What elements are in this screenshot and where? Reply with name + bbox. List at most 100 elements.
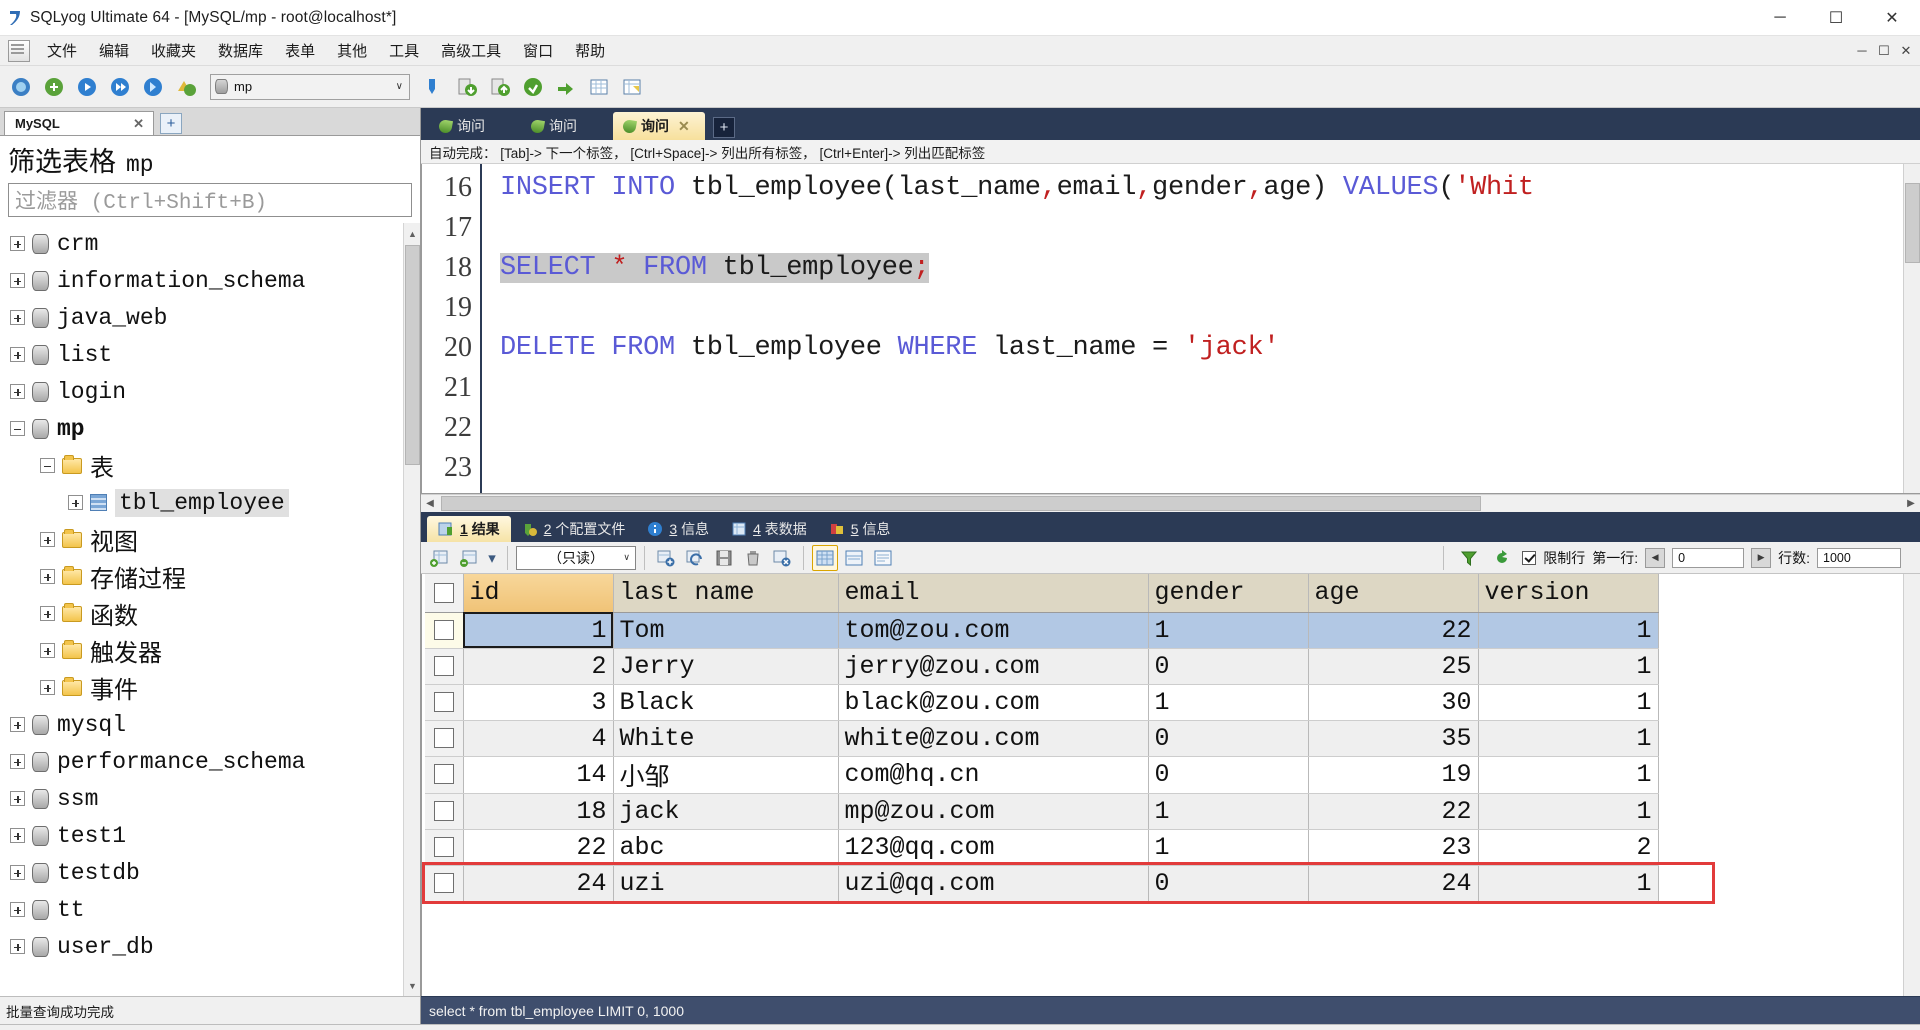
grid-view-icon[interactable] <box>812 545 838 571</box>
code-line[interactable] <box>482 368 1920 408</box>
expand-icon[interactable] <box>10 865 25 880</box>
tree-item-java_web[interactable]: java_web <box>6 299 420 336</box>
table-row[interactable]: 4Whitewhite@zou.com0351 <box>425 720 1658 756</box>
cell-email[interactable]: jerry@zou.com <box>838 648 1148 684</box>
row-select-cell[interactable] <box>425 612 463 648</box>
query-builder-icon[interactable] <box>617 72 647 102</box>
table-row[interactable]: 14小邹com@hq.cn0191 <box>425 756 1658 793</box>
tree-item-触发器[interactable]: 触发器 <box>6 632 420 669</box>
sql-editor[interactable]: 1617181920212223 INSERT INTO tbl_employe… <box>421 164 1920 494</box>
tree-item-user_db[interactable]: user_db <box>6 928 420 965</box>
select-all-checkbox[interactable] <box>434 583 454 603</box>
add-connection-button[interactable]: + <box>160 113 182 134</box>
row-checkbox[interactable] <box>434 692 454 712</box>
expand-icon[interactable] <box>10 828 25 843</box>
mdi-restore-button[interactable]: ☐ <box>1874 43 1894 59</box>
first-row-prev-button[interactable]: ◀ <box>1645 548 1665 568</box>
tree-item-ssm[interactable]: ssm <box>6 780 420 817</box>
cancel-record-icon[interactable] <box>769 545 795 571</box>
editor-vscroll-thumb[interactable] <box>1905 183 1920 263</box>
cell-version[interactable]: 1 <box>1478 865 1658 901</box>
cell-version[interactable]: 1 <box>1478 720 1658 756</box>
minimize-button[interactable]: ─ <box>1752 0 1808 36</box>
cell-age[interactable]: 35 <box>1308 720 1478 756</box>
cell-last_name[interactable]: Black <box>613 684 838 720</box>
cell-email[interactable]: com@hq.cn <box>838 756 1148 793</box>
refresh-object-browser-icon[interactable] <box>39 72 69 102</box>
refresh-icon[interactable] <box>1489 545 1515 571</box>
table-row[interactable]: 3Blackblack@zou.com1301 <box>425 684 1658 720</box>
column-header-gender[interactable]: gender <box>1148 574 1308 612</box>
expand-icon[interactable] <box>10 939 25 954</box>
expand-icon[interactable] <box>10 384 25 399</box>
tree-scrollbar[interactable]: ▲ ▼ <box>403 223 420 996</box>
row-select-cell[interactable] <box>425 684 463 720</box>
expand-icon[interactable] <box>40 532 55 547</box>
cell-gender[interactable]: 0 <box>1148 756 1308 793</box>
row-select-cell[interactable] <box>425 865 463 901</box>
object-tree[interactable]: crminformation_schemajava_weblistloginmp… <box>0 223 420 996</box>
cell-gender[interactable]: 1 <box>1148 793 1308 829</box>
column-header-id[interactable]: id <box>463 574 613 612</box>
cell-gender[interactable]: 0 <box>1148 720 1308 756</box>
cell-id[interactable]: 22 <box>463 829 613 865</box>
row-checkbox[interactable] <box>434 801 454 821</box>
tree-scrollbar-thumb[interactable] <box>405 245 420 465</box>
menu-item-table[interactable]: 表单 <box>274 36 326 65</box>
cell-email[interactable]: white@zou.com <box>838 720 1148 756</box>
menu-item-window[interactable]: 窗口 <box>512 36 564 65</box>
expand-icon[interactable] <box>10 791 25 806</box>
scroll-left-icon[interactable]: ◀ <box>421 495 439 513</box>
row-count-input[interactable]: 1000 <box>1817 548 1901 568</box>
cell-version[interactable]: 1 <box>1478 756 1658 793</box>
collapse-icon[interactable] <box>10 421 25 436</box>
expand-icon[interactable] <box>10 902 25 917</box>
table-data-icon[interactable] <box>584 72 614 102</box>
cell-id[interactable]: 1 <box>463 612 613 648</box>
tree-item-tbl_employee[interactable]: tbl_employee <box>6 484 420 521</box>
cell-version[interactable]: 1 <box>1478 793 1658 829</box>
sql-code-area[interactable]: INSERT INTO tbl_employee(last_name,email… <box>482 164 1920 493</box>
execute-all-queries-icon[interactable] <box>105 72 135 102</box>
expand-icon[interactable] <box>68 495 83 510</box>
delete-record-icon[interactable] <box>740 545 766 571</box>
editor-horizontal-scrollbar[interactable]: ◀ ▶ <box>421 494 1920 512</box>
maximize-button[interactable]: ☐ <box>1808 0 1864 36</box>
cell-id[interactable]: 2 <box>463 648 613 684</box>
result-tab-results[interactable]: 1 结果 <box>427 516 511 542</box>
column-header-last-name[interactable]: last name <box>613 574 838 612</box>
close-icon[interactable]: ✕ <box>678 118 690 135</box>
table-row[interactable]: 24uziuzi@qq.com0241 <box>425 865 1658 901</box>
form-view-icon[interactable] <box>841 545 867 571</box>
close-icon[interactable]: ✕ <box>130 116 147 132</box>
row-checkbox[interactable] <box>434 728 454 748</box>
execute-query-icon[interactable] <box>72 72 102 102</box>
tree-item-login[interactable]: login <box>6 373 420 410</box>
chevron-down-icon[interactable]: ▾ <box>485 545 499 571</box>
menu-item-powertools[interactable]: 高级工具 <box>430 36 512 65</box>
cell-version[interactable]: 2 <box>1478 829 1658 865</box>
row-select-cell[interactable] <box>425 720 463 756</box>
expand-icon[interactable] <box>40 680 55 695</box>
editor-hscroll-thumb[interactable] <box>441 496 1481 511</box>
table-row[interactable]: 22abc123@qq.com1232 <box>425 829 1658 865</box>
menu-item-tools[interactable]: 工具 <box>378 36 430 65</box>
tree-item-mysql[interactable]: mysql <box>6 706 420 743</box>
cell-age[interactable]: 25 <box>1308 648 1478 684</box>
first-row-next-button[interactable]: ▶ <box>1751 548 1771 568</box>
menu-item-file[interactable]: 文件 <box>36 36 88 65</box>
cell-age[interactable]: 23 <box>1308 829 1478 865</box>
database-selector[interactable]: mp ∨ <box>210 74 410 100</box>
row-checkbox[interactable] <box>434 837 454 857</box>
tree-item-test1[interactable]: test1 <box>6 817 420 854</box>
update-record-icon[interactable] <box>682 545 708 571</box>
result-grid-area[interactable]: idlast nameemailgenderageversion 1Tomtom… <box>421 574 1920 996</box>
tree-item-表[interactable]: 表 <box>6 447 420 484</box>
cell-id[interactable]: 3 <box>463 684 613 720</box>
mdi-minimize-button[interactable]: ─ <box>1852 43 1872 59</box>
first-row-input[interactable]: 0 <box>1672 548 1744 568</box>
cell-id[interactable]: 18 <box>463 793 613 829</box>
scroll-right-icon[interactable]: ▶ <box>1902 495 1920 513</box>
connection-tab-mysql[interactable]: MySQL ✕ <box>4 111 154 135</box>
cell-last_name[interactable]: Jerry <box>613 648 838 684</box>
